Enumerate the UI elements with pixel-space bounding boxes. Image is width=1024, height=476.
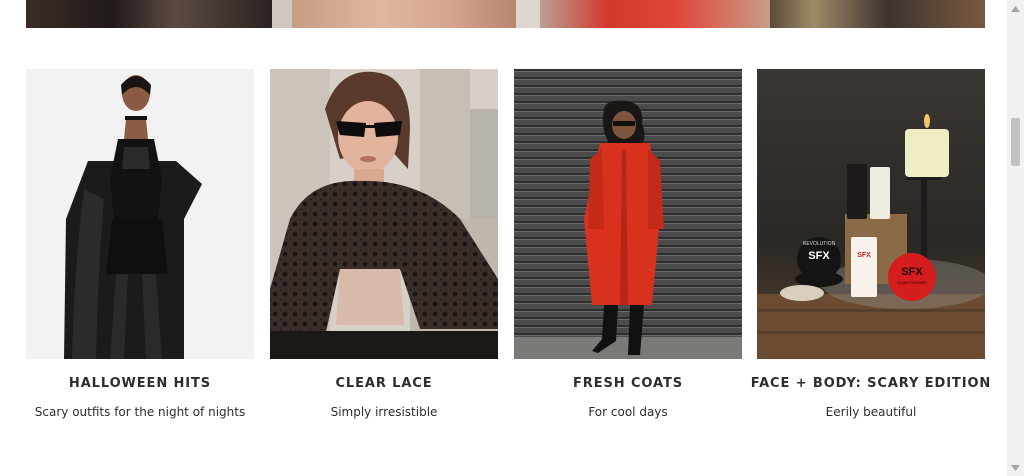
tile-title-fresh-coats[interactable]: FRESH COATS — [504, 376, 752, 391]
page-scrollbar[interactable] — [1007, 0, 1024, 476]
category-tile-fresh-coats[interactable]: FRESH COATS For cool days — [514, 69, 742, 429]
tile-image-fresh-coats[interactable] — [514, 69, 742, 359]
banner-photo-skin — [292, 0, 516, 28]
scroll-up-arrow-icon[interactable] — [1007, 0, 1024, 17]
scroll-down-arrow-icon[interactable] — [1007, 459, 1024, 476]
tile-subtitle-halloween-hits: Scary outfits for the night of nights — [34, 405, 246, 419]
category-tile-halloween-hits[interactable]: HALLOWEEN HITS Scary outfits for the nig… — [26, 69, 254, 429]
banner-photo-interior — [770, 0, 985, 28]
category-tile-clear-lace[interactable]: CLEAR LACE Simply irresistible — [270, 69, 498, 429]
tile-subtitle-clear-lace: Simply irresistible — [330, 405, 438, 419]
red-pot-sub-text: SCAB POWDER — [897, 280, 927, 285]
category-tile-face-body-scary-edition[interactable]: REVOLUTION SFX SFX SFX SCAB POWDER FACE … — [751, 69, 990, 429]
scrollbar-thumb[interactable] — [1011, 118, 1020, 166]
tube-label-text: SFX — [857, 252, 871, 259]
hero-banner-image[interactable] — [26, 0, 985, 28]
tile-image-clear-lace[interactable] — [270, 69, 498, 359]
banner-photo-gap — [272, 0, 292, 28]
category-tiles-row: HALLOWEEN HITS Scary outfits for the nig… — [26, 69, 990, 429]
pot-label-text: SFX — [808, 250, 830, 262]
tile-subtitle-fresh-coats: For cool days — [588, 405, 668, 419]
banner-photo-gap — [516, 0, 540, 28]
banner-photo-leather — [26, 0, 272, 28]
tile-image-halloween-hits[interactable] — [26, 69, 254, 359]
tile-title-face-body-scary-edition[interactable]: FACE + BODY: SCARY EDITION — [747, 376, 995, 391]
pot-brand-text: REVOLUTION — [803, 241, 836, 247]
tile-image-face-body-scary-edition[interactable]: REVOLUTION SFX SFX SFX SCAB POWDER — [757, 69, 985, 359]
tile-title-clear-lace[interactable]: CLEAR LACE — [260, 376, 508, 391]
tile-title-halloween-hits[interactable]: HALLOWEEN HITS — [16, 376, 264, 391]
banner-photo-red-dress — [540, 0, 770, 28]
red-pot-label-text: SFX — [901, 266, 923, 278]
tile-subtitle-face-body-scary-edition: Eerily beautiful — [825, 405, 917, 419]
